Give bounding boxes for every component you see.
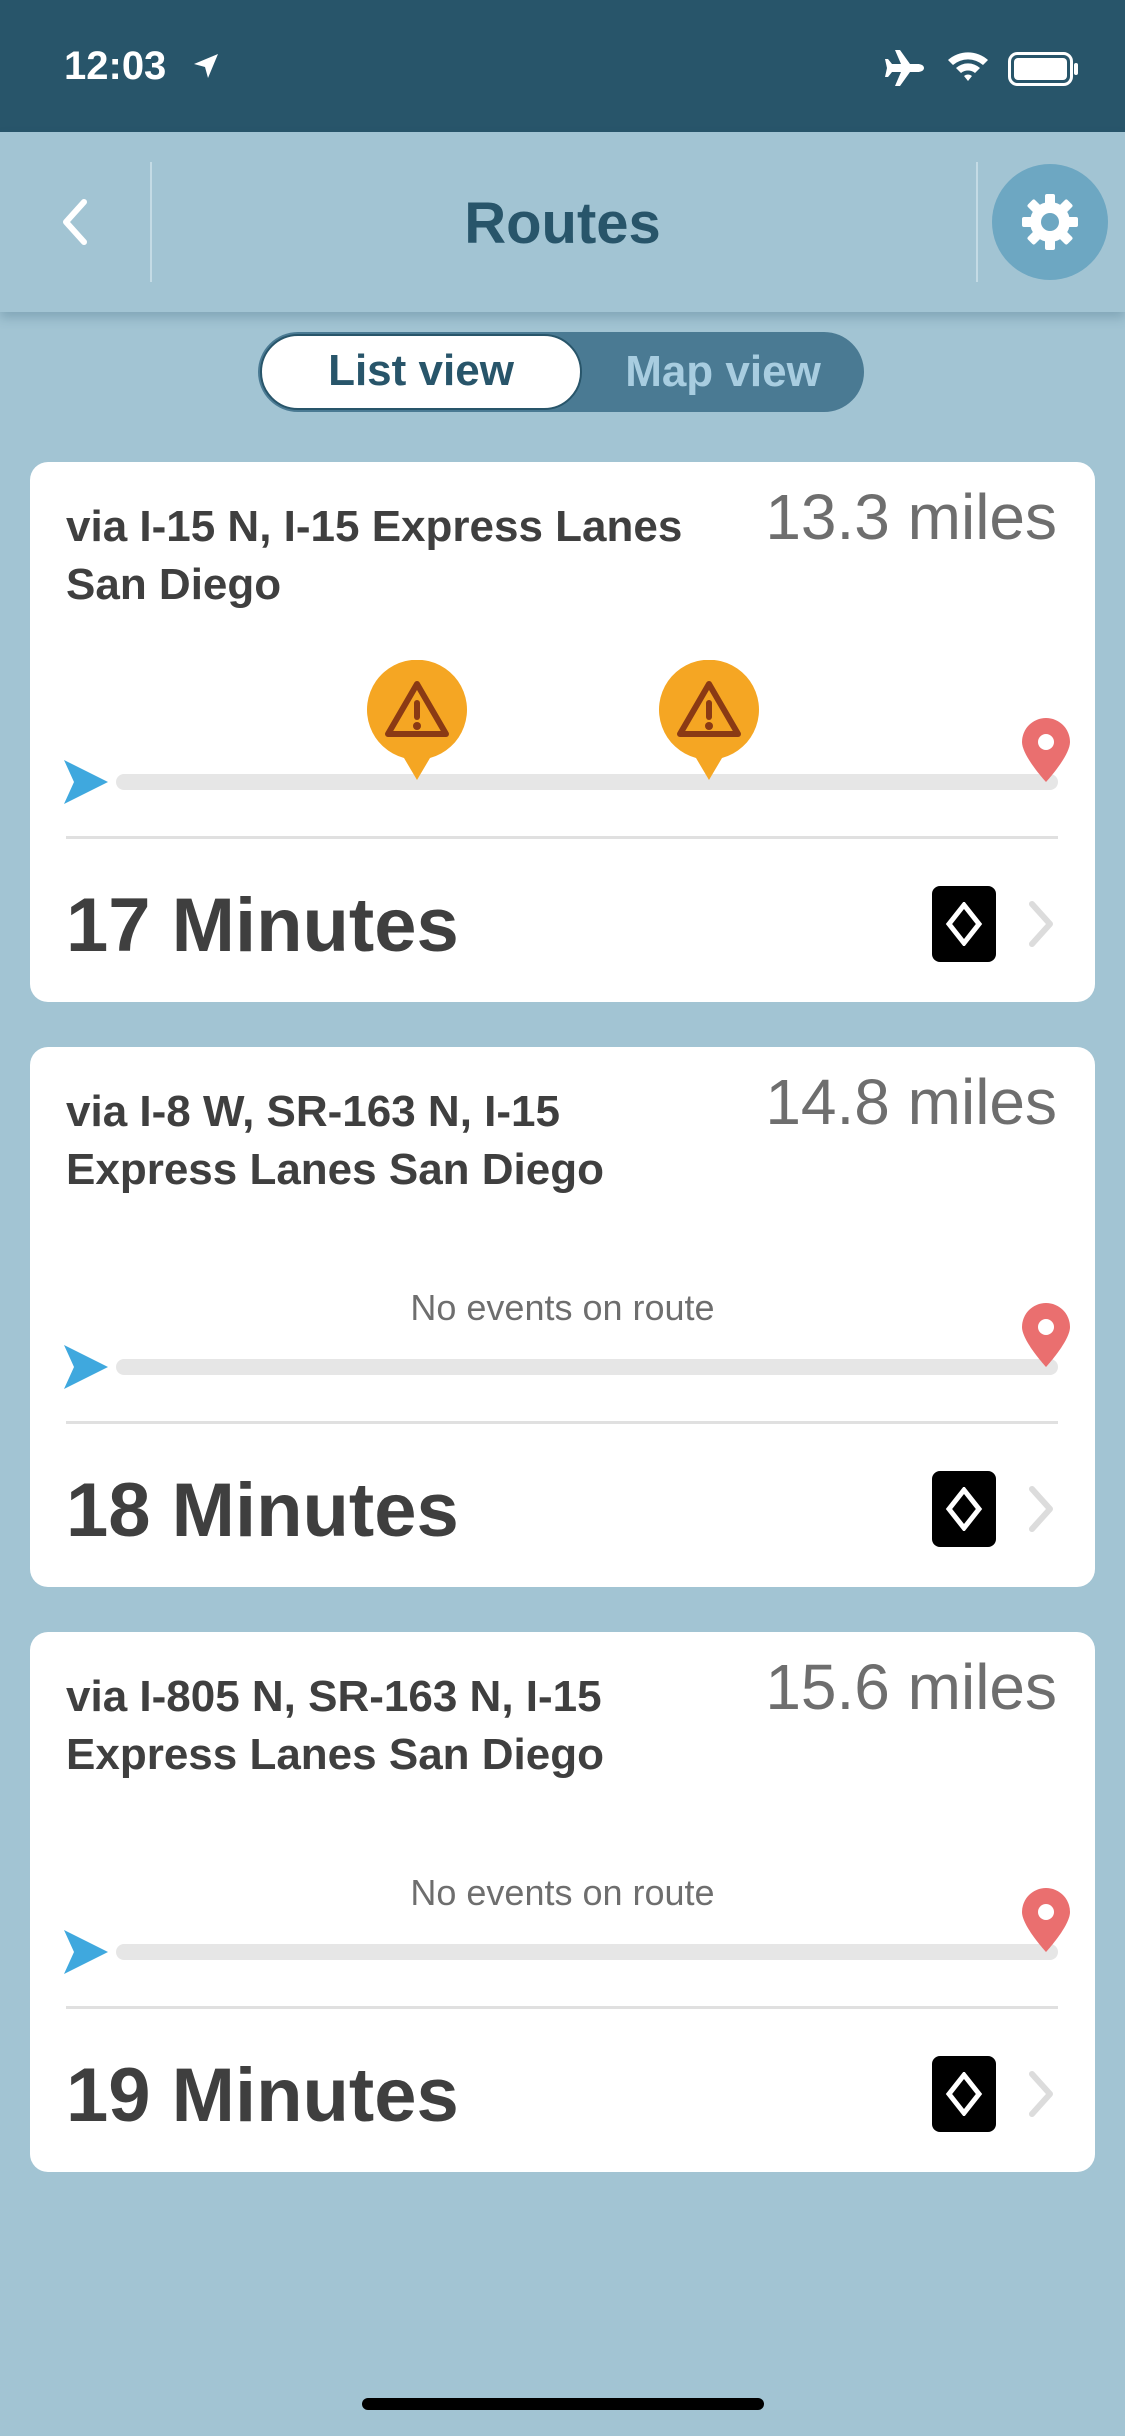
destination-pin-icon	[1020, 1888, 1072, 1959]
card-divider	[66, 1421, 1058, 1424]
page-title: Routes	[464, 191, 661, 256]
route-track	[116, 1944, 1058, 1960]
warning-pin-icon[interactable]	[364, 659, 470, 789]
list-view-tab[interactable]: List view	[260, 334, 582, 410]
wifi-icon	[946, 48, 990, 89]
card-divider	[66, 2006, 1058, 2009]
gear-icon	[1022, 194, 1078, 250]
route-distance: 13.3 miles	[765, 481, 1057, 553]
map-view-tab[interactable]: Map view	[582, 332, 864, 412]
route-distance: 14.8 miles	[765, 1066, 1057, 1138]
route-distance: 15.6 miles	[765, 1651, 1057, 1723]
nav-bar: Routes	[0, 132, 1125, 312]
home-indicator[interactable]	[362, 2398, 764, 2410]
location-arrow-icon	[192, 52, 220, 85]
route-duration: 19 Minutes	[66, 2053, 459, 2138]
express-lane-icon	[932, 1471, 996, 1547]
route-track	[116, 774, 1058, 790]
route-duration: 18 Minutes	[66, 1468, 459, 1553]
destination-pin-icon	[1020, 1303, 1072, 1374]
destination-pin-icon	[1020, 718, 1072, 789]
chevron-right-icon	[1026, 900, 1056, 953]
start-marker-icon	[62, 1343, 110, 1396]
battery-icon	[1008, 52, 1080, 91]
route-via: via I-15 N, I-15 Express Lanes San Diego	[66, 502, 683, 609]
express-lane-icon	[932, 2056, 996, 2132]
nav-divider	[976, 162, 978, 282]
route-via: via I-8 W, SR-163 N, I-15 Express Lanes …	[66, 1087, 604, 1194]
start-marker-icon	[62, 1928, 110, 1981]
status-bar: 12:03	[0, 0, 1125, 132]
settings-button[interactable]	[992, 164, 1108, 280]
warning-pin-icon[interactable]	[656, 659, 762, 789]
express-lane-icon	[932, 886, 996, 962]
view-toggle: List view Map view	[258, 332, 864, 412]
start-marker-icon	[62, 758, 110, 811]
route-track	[116, 1359, 1058, 1375]
route-card[interactable]: via I-15 N, I-15 Express Lanes San Diego…	[30, 462, 1095, 1002]
status-time: 12:03	[64, 44, 167, 88]
airplane-icon	[884, 48, 928, 93]
route-card[interactable]: via I-805 N, SR-163 N, I-15 Express Lane…	[30, 1632, 1095, 2172]
card-divider	[66, 836, 1058, 839]
chevron-right-icon	[1026, 2070, 1056, 2123]
route-card[interactable]: via I-8 W, SR-163 N, I-15 Express Lanes …	[30, 1047, 1095, 1587]
chevron-right-icon	[1026, 1485, 1056, 1538]
route-via: via I-805 N, SR-163 N, I-15 Express Lane…	[66, 1672, 604, 1779]
no-events-text: No events on route	[410, 1287, 715, 1328]
no-events-text: No events on route	[410, 1872, 715, 1913]
route-duration: 17 Minutes	[66, 883, 459, 968]
